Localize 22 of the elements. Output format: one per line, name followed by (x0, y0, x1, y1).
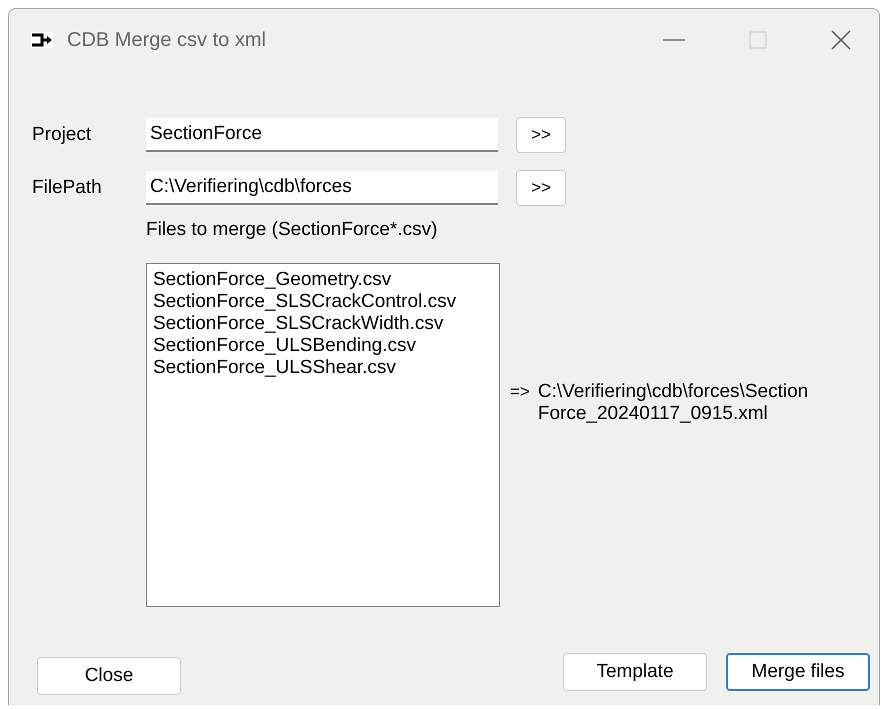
file-list-item[interactable]: SectionForce_ULSBending.csv (153, 335, 493, 357)
output-path: C:\Verifiering\cdb\forces\Section (538, 381, 808, 403)
field-label: Project (32, 124, 92, 146)
dialog-button[interactable]: Close (37, 657, 181, 695)
browse-button[interactable]: >> (516, 170, 566, 206)
file-list-item[interactable]: SectionForce_ULSShear.csv (153, 357, 493, 379)
browse-button[interactable]: >> (516, 117, 566, 153)
files-label: Files to merge (SectionForce*.csv) (146, 219, 438, 242)
merge-icon (31, 32, 53, 48)
close-icon[interactable] (831, 30, 851, 50)
file-list-item[interactable]: SectionForce_Geometry.csv (153, 269, 493, 291)
input-field[interactable]: SectionForce (146, 118, 498, 152)
dialog-button[interactable]: Template (563, 653, 707, 691)
input-field[interactable]: C:\Verifiering\cdb\forces (146, 171, 498, 205)
file-list-item[interactable]: SectionForce_SLSCrackControl.csv (153, 291, 493, 313)
field-label: FilePath (32, 177, 103, 199)
dialog-button[interactable]: Merge files (726, 653, 870, 691)
arrow-text: => (510, 381, 530, 403)
file-list[interactable]: SectionForce_Geometry.csv SectionForce_SLSCrackControl.csv SectionForce_SLSCrackWidth.csv SectionForce_ULSBending.csv SectionForce_ULSShear.csv (146, 263, 500, 607)
file-list-item[interactable]: SectionForce_SLSCrackWidth.csv (153, 313, 493, 335)
window-title: CDB Merge csv to xml (67, 28, 266, 52)
output-path: Force_20240117_0915.xml (538, 403, 769, 425)
